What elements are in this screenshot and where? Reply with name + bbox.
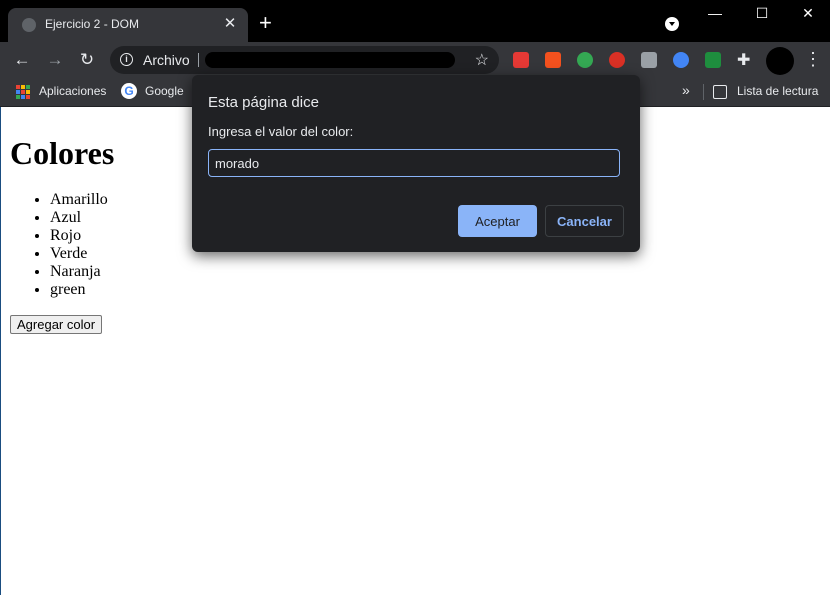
- list-item: green: [50, 281, 108, 299]
- reading-list-icon: [713, 85, 727, 99]
- ext-target-icon[interactable]: [673, 52, 689, 68]
- apps-grid-icon: [16, 85, 30, 99]
- minimize-button[interactable]: —: [692, 3, 738, 23]
- address-separator: [198, 53, 199, 67]
- globe-icon: [22, 18, 36, 32]
- close-window-button[interactable]: ✕: [785, 3, 830, 23]
- ext-orange-icon[interactable]: [545, 52, 561, 68]
- accept-button[interactable]: Aceptar: [458, 205, 537, 237]
- ext-shield-icon[interactable]: [705, 52, 721, 68]
- ext-red-icon[interactable]: [513, 52, 529, 68]
- address-url-redacted[interactable]: [205, 52, 455, 68]
- address-bar[interactable]: i Archivo ☆: [110, 46, 499, 74]
- reload-button[interactable]: ↻: [77, 50, 97, 70]
- dialog-message: Ingresa el valor del color:: [208, 124, 354, 139]
- list-item: Rojo: [50, 227, 108, 245]
- ext-share-icon[interactable]: [641, 52, 657, 68]
- back-button[interactable]: ←: [12, 50, 32, 70]
- toolbar: ← → ↻ i Archivo ☆ ✚ ⋮: [0, 42, 830, 78]
- page-title: Colores: [10, 135, 115, 171]
- info-icon[interactable]: i: [120, 53, 133, 66]
- list-item: Naranja: [50, 263, 108, 281]
- colors-list: Amarillo Azul Rojo Verde Naranja green: [10, 191, 108, 299]
- google-icon: G: [121, 83, 137, 99]
- list-item: Azul: [50, 209, 108, 227]
- bookmarks-separator: [703, 84, 704, 100]
- tab-title: Ejercicio 2 - DOM: [45, 17, 140, 31]
- profile-avatar[interactable]: [766, 47, 794, 75]
- maximize-button[interactable]: ☐: [739, 3, 785, 23]
- bookmarks-overflow-icon[interactable]: »: [682, 82, 690, 98]
- address-scheme-label: Archivo: [143, 52, 190, 68]
- reading-list-button[interactable]: Lista de lectura: [737, 84, 818, 98]
- bookmark-google[interactable]: Google: [145, 84, 184, 98]
- bookmark-apps[interactable]: Aplicaciones: [39, 84, 106, 98]
- forward-button[interactable]: →: [45, 50, 65, 70]
- ext-check-icon[interactable]: [577, 52, 593, 68]
- color-value-input[interactable]: [208, 149, 620, 177]
- new-tab-button[interactable]: +: [259, 12, 272, 34]
- list-item: Verde: [50, 245, 108, 263]
- tab-close-icon[interactable]: ✕: [220, 14, 240, 34]
- bookmark-star-icon[interactable]: ☆: [475, 50, 489, 70]
- prompt-dialog: Esta página dice Ingresa el valor del co…: [192, 75, 640, 252]
- tab-search-icon[interactable]: [665, 17, 679, 31]
- ext-stop-icon[interactable]: [609, 52, 625, 68]
- list-item: Amarillo: [50, 191, 108, 209]
- add-color-button[interactable]: Agregar color: [10, 315, 103, 334]
- cancel-button[interactable]: Cancelar: [545, 205, 624, 237]
- browser-tab[interactable]: Ejercicio 2 - DOM ✕: [8, 8, 248, 42]
- tab-strip: Ejercicio 2 - DOM ✕ + — ☐ ✕: [0, 0, 830, 42]
- extensions-puzzle-icon[interactable]: ✚: [737, 50, 750, 70]
- dialog-title: Esta página dice: [208, 94, 319, 111]
- menu-kebab-icon[interactable]: ⋮: [804, 50, 822, 68]
